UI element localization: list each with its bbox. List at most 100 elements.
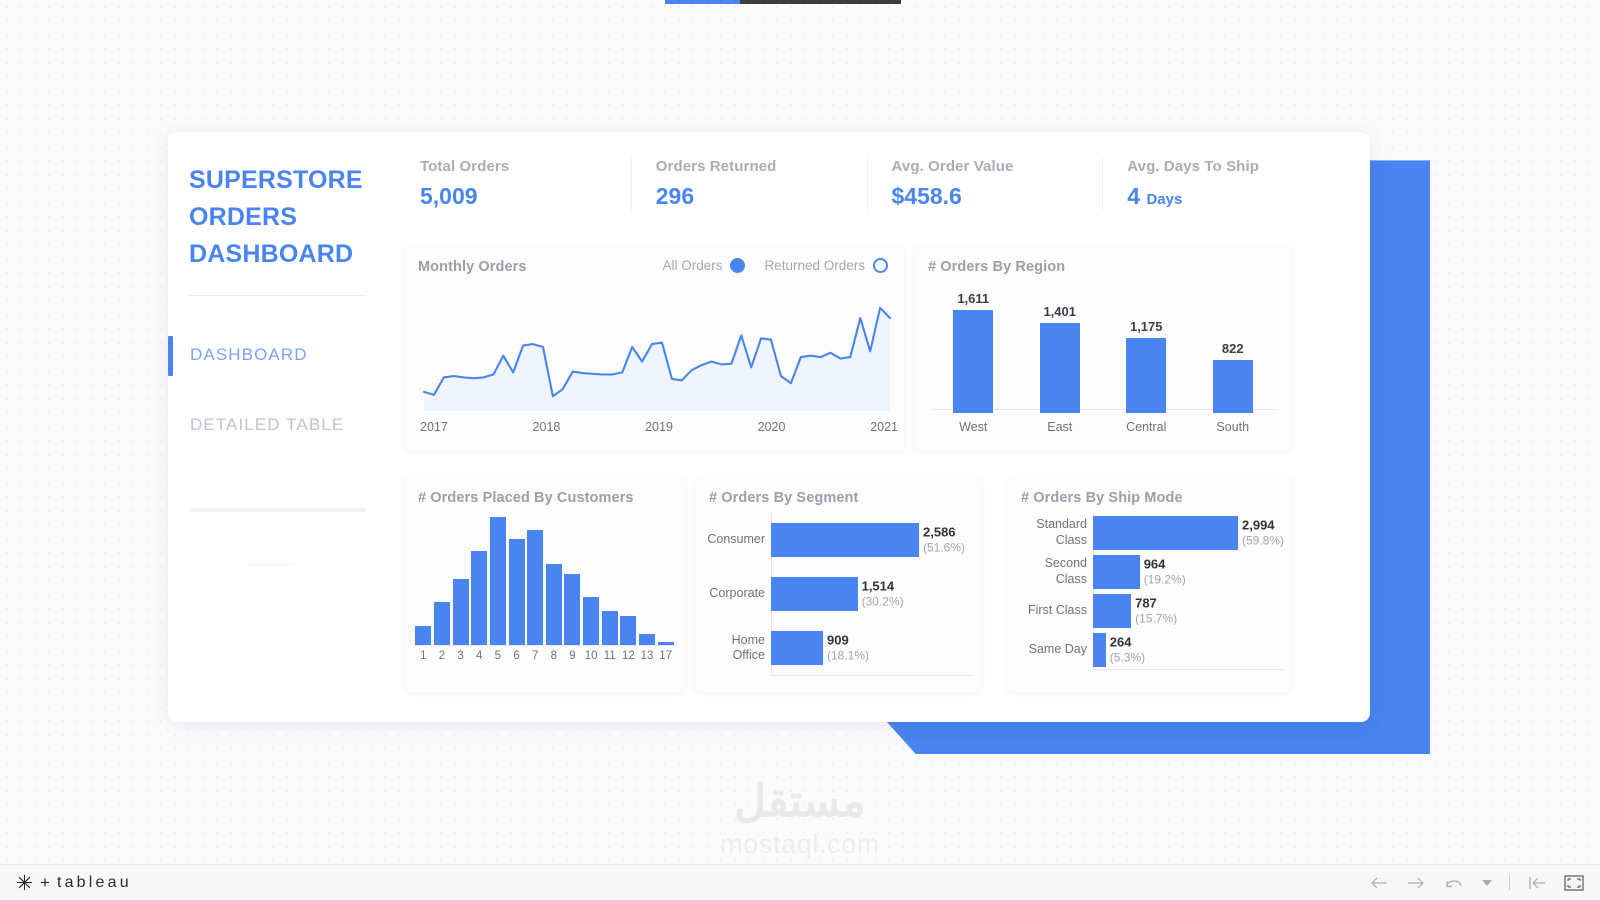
customer-bar[interactable] [527,529,544,645]
customer-bar-label: 5 [494,650,502,662]
customer-bar[interactable] [564,574,581,645]
segment-bar-zone: 2,586 (51.6%) [765,513,973,567]
customer-bar-label: 8 [550,650,557,662]
monthly-tick-2019: 2019 [645,420,673,434]
reset-to-start-icon[interactable] [1527,876,1547,890]
customers-plot: 1 2 3 4 5 6 7 8 9 10 11 12 13 17 [414,517,675,677]
kpi-avg-order-value: Avg. Order Value $458.6 [866,158,1103,210]
region-plot: 1,611 West 1,401 East 1,175 Central 822 South [930,286,1276,434]
segment-row[interactable]: Consumer 2,586 (51.6%) [703,513,973,567]
fullscreen-icon[interactable] [1564,874,1584,891]
kpi-orders-returned: Orders Returned 296 [630,158,867,210]
customer-bar-label: 1 [420,650,427,662]
monthly-orders-line-svg [422,306,892,411]
radio-returned-orders-icon[interactable] [873,258,888,273]
kpi-total-orders: Total Orders 5,009 [418,158,631,210]
shipmode-bar[interactable] [1093,632,1106,667]
segment-bar[interactable] [771,577,858,611]
shipmode-row[interactable]: Same Day 264 (5.3%) [1015,630,1284,669]
shipmode-bar[interactable] [1093,593,1132,628]
toggle-all-orders[interactable]: All Orders [662,258,746,273]
monthly-orders-plot: 2017 2018 2019 2020 2021 [418,291,900,434]
customer-bar[interactable] [620,616,637,645]
kpi-avg-order-value-label: Avg. Order Value [891,158,1014,175]
revert-icon[interactable] [1443,876,1465,890]
tableau-logo: + tableau [16,873,132,893]
kpi-orders-returned-value: 296 [655,183,695,209]
customer-bar[interactable] [452,578,469,645]
region-bar-group[interactable]: 1,401 East [1017,304,1104,434]
segment-value-number: 909 [827,632,849,648]
segment-bar[interactable] [771,523,919,557]
region-bar-group[interactable]: 822 South [1190,341,1277,434]
kpi-total-orders-value: 5,009 [420,183,478,209]
panel-orders-by-ship-mode-title: # Orders By Ship Mode [1021,490,1183,506]
shipmode-row-label: Same Day [1028,641,1087,656]
customer-bar-label: 7 [531,650,539,662]
region-bar[interactable] [1126,337,1167,413]
customer-bar[interactable] [638,633,656,645]
customer-bar[interactable] [415,625,432,645]
customer-bar[interactable] [657,641,674,645]
region-bar[interactable] [1212,360,1253,413]
shipmode-bar[interactable] [1093,515,1238,550]
customer-bar[interactable] [583,597,600,645]
segment-bar-value: 1,514 (30.2%) [862,578,904,609]
customer-bar[interactable] [545,563,562,645]
title-line-3: DASHBOARD [189,240,354,268]
shipmode-row[interactable]: Standard Class 2,994 (59.8%) [1015,513,1284,552]
loading-bar-fill [665,0,740,4]
region-bar[interactable] [953,310,994,413]
forward-arrow-icon[interactable] [1406,876,1426,890]
title-line-2: ORDERS [189,203,298,231]
revert-dropdown-icon[interactable] [1482,879,1492,887]
dashboard-content: Total Orders 5,009 Orders Returned 296 A… [390,132,1370,722]
shipmode-row[interactable]: Second Class 964 (19.2%) [1015,552,1284,591]
shipmode-bar[interactable] [1093,554,1140,589]
segment-row[interactable]: Corporate 1,514 (30.2%) [703,567,973,621]
sidebar-divider-middle [189,508,366,512]
shipmode-value-number: 964 [1143,555,1166,571]
customer-bar[interactable] [471,551,488,645]
region-bar[interactable] [1039,323,1080,413]
segment-bar[interactable] [771,631,823,665]
sidebar-item-detailed-table[interactable]: DETAILED TABLE [168,404,390,446]
shipmode-row[interactable]: First Class 787 (15.7%) [1015,591,1284,630]
sidebar-item-dashboard-label: DASHBOARD [190,345,308,364]
segment-value-percent: (30.2%) [861,594,904,609]
segment-bar-value: 2,586 (51.6%) [923,524,965,555]
customer-bar[interactable] [601,610,618,645]
monthly-tick-2018: 2018 [532,420,561,434]
region-bar-group[interactable]: 1,611 West [930,291,1017,434]
kpi-orders-returned-label: Orders Returned [655,158,777,175]
customer-bar-label: 9 [569,650,576,662]
sidebar-item-dashboard[interactable]: DASHBOARD [168,334,390,376]
region-bar-label: Central [1126,420,1167,434]
shipmode-value-percent: (19.2%) [1143,572,1186,587]
toggle-returned-orders[interactable]: Returned Orders [764,258,888,273]
customer-bar[interactable] [489,517,506,645]
customer-bar[interactable] [508,538,525,645]
region-bar-value: 1,175 [1129,318,1163,334]
region-bar-value: 1,401 [1043,304,1077,320]
shipmode-bar-zone: 264 (5.3%) [1087,630,1284,669]
sidebar: SUPERSTORE ORDERS DASHBOARD DASHBOARD DE… [168,132,390,722]
shipmode-bar-value: 2,994 (59.8%) [1242,517,1284,548]
panel-monthly-orders-title: Monthly Orders [418,259,527,275]
kpi-avg-days-to-ship-value: 4 Days [1127,183,1338,210]
back-arrow-icon[interactable] [1369,876,1389,890]
region-bar-group[interactable]: 1,175 Central [1103,319,1190,434]
monthly-tick-2021: 2021 [870,420,898,434]
sidebar-item-detailed-table-label: DETAILED TABLE [190,415,345,434]
tableau-asterisk-icon [17,875,32,890]
radio-all-orders-icon[interactable] [730,258,746,273]
segment-row[interactable]: Home Office 909 (18.1%) [703,621,973,675]
shipmode-bar-zone: 964 (19.2%) [1087,552,1284,591]
watermark-arabic: مستقل [734,777,866,826]
dashboard-card: SUPERSTORE ORDERS DASHBOARD DASHBOARD DE… [168,132,1370,722]
customer-bar[interactable] [433,601,450,645]
customer-bar-label: 3 [457,650,464,662]
title-line-1: SUPERSTORE [189,166,363,194]
kpi-avg-days-to-ship-label: Avg. Days To Ship [1127,158,1259,175]
segment-row-label: Consumer [707,532,765,547]
